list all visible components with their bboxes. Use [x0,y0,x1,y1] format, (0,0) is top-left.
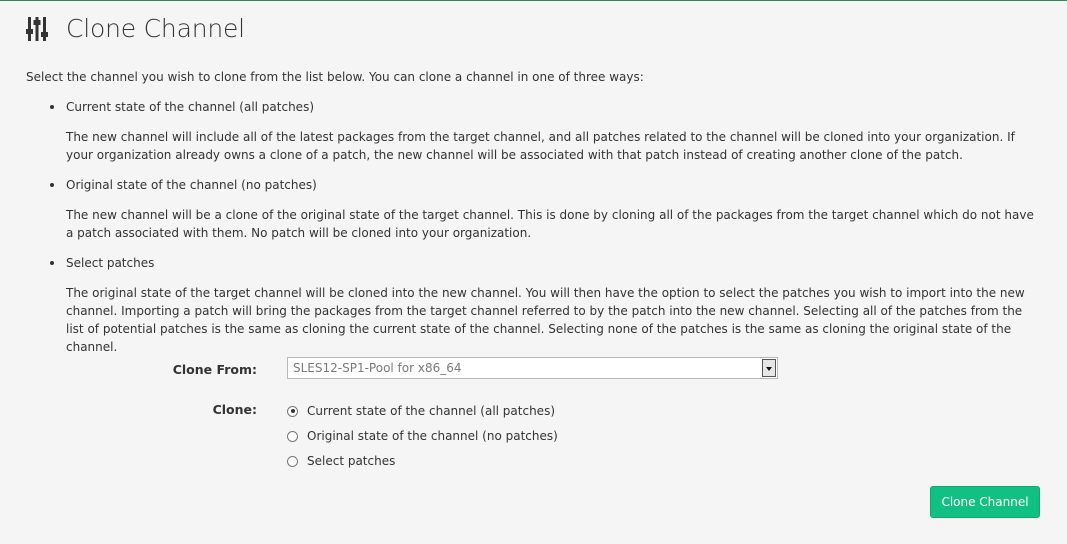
radio-option-original-state[interactable]: Original state of the channel (no patche… [287,427,558,445]
option-title: Select patches [66,256,155,270]
bullet [50,261,54,265]
top-border [0,0,1067,1]
clone-from-selected-value: SLES12-SP1-Pool for x86_64 [293,361,462,375]
option-item: Current state of the channel (all patche… [26,98,1041,164]
clone-label: Clone: [212,402,257,417]
radio-option-select-patches[interactable]: Select patches [287,452,395,470]
clone-from-label: Clone From: [172,362,257,377]
bullet [50,183,54,187]
sliders-icon [26,16,48,41]
option-item: Select patches The original state of the… [26,254,1041,356]
option-item: Original state of the channel (no patche… [26,176,1041,242]
radio-label[interactable]: Current state of the channel (all patche… [307,404,555,418]
radio-label[interactable]: Select patches [307,454,395,468]
page-title: Clone Channel [66,14,245,43]
chevron-down-icon[interactable] [762,359,776,377]
clone-options-list: Current state of the channel (all patche… [26,98,1041,356]
intro-text: Select the channel you wish to clone fro… [26,70,644,84]
radio-label[interactable]: Original state of the channel (no patche… [307,429,558,443]
option-title: Original state of the channel (no patche… [66,178,317,192]
clone-channel-button[interactable]: Clone Channel [930,486,1040,518]
radio-option-current-state[interactable]: Current state of the channel (all patche… [287,402,555,420]
option-description: The new channel will include all of the … [66,130,1015,162]
radio-button[interactable] [287,455,298,467]
clone-from-select[interactable]: SLES12-SP1-Pool for x86_64 [287,357,778,379]
option-title: Current state of the channel (all patche… [66,100,314,114]
description-section: Select the channel you wish to clone fro… [26,68,1041,356]
radio-button[interactable] [287,405,298,417]
option-description: The new channel will be a clone of the o… [66,208,1034,240]
page-header: Clone Channel [26,14,245,43]
radio-button[interactable] [287,430,298,442]
option-description: The original state of the target channel… [66,286,1025,354]
bullet [50,105,54,109]
